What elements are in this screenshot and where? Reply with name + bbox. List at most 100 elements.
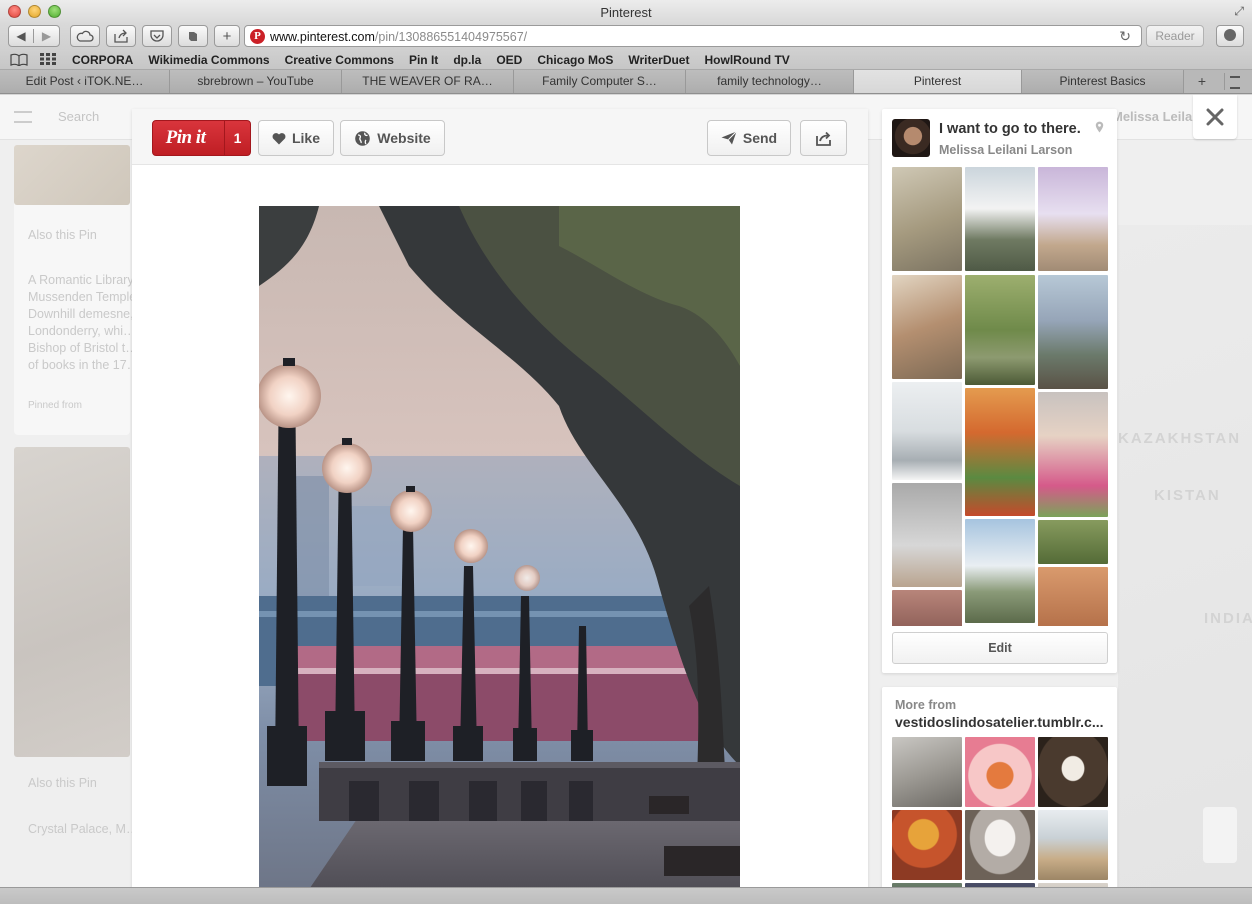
board-thumbnail[interactable] [892,167,962,271]
bookmarks-bar: CORPORA Wikimedia Commons Creative Commo… [0,50,1252,70]
tab-edit-post[interactable]: Edit Post ‹ iTOK.NE… [0,70,170,93]
map-label: KAZAKHSTAN [1118,430,1242,447]
board-thumbnail[interactable] [965,275,1035,385]
board-card: I want to go to there. Melissa Leilani L… [882,109,1117,673]
bookmark-list: CORPORA Wikimedia Commons Creative Commo… [72,53,790,67]
tab-family-computer[interactable]: Family Computer S… [514,70,686,93]
tab-weaver[interactable]: THE WEAVER OF RA… [342,70,514,93]
edit-board-button[interactable]: Edit [892,632,1108,664]
board-thumbnail[interactable] [892,483,962,587]
board-thumbnail[interactable] [965,519,1035,623]
background-user-name: Melissa Leilani [1112,109,1204,124]
background-card-heading: Also this Pin [28,776,97,790]
bookmark-item[interactable]: Wikimedia Commons [148,53,269,67]
browser-toolbar: ◀ ▶ + P www.pinterest.com/pin/1308865514… [0,24,1252,50]
board-title[interactable]: I want to go to there. [939,121,1081,137]
like-label: Like [291,130,320,146]
background-zoom-control [1203,807,1237,863]
window-titlebar: Pinterest ⤢ [0,0,1252,24]
background-card-text: Bishop of Bristol t… [28,341,138,355]
bookmark-item[interactable]: Chicago MoS [537,53,613,67]
board-thumbnail-grid [892,167,1108,626]
website-label: Website [377,130,431,146]
evernote-button[interactable] [178,25,208,47]
new-tab-icon[interactable]: + [1193,72,1211,90]
background-card-image [14,145,130,205]
board-thumbnail[interactable] [1038,520,1108,564]
board-thumbnail[interactable] [892,275,962,379]
share-icon [114,29,128,43]
background-card-text: Mussenden Temple, [28,290,140,304]
send-button[interactable]: Send [707,120,791,156]
background-map: KAZAKHSTAN KISTAN INDIA [1118,225,1252,904]
like-button[interactable]: Like [258,120,334,156]
back-icon[interactable]: ◀ [9,29,35,43]
pocket-icon [150,30,164,42]
board-thumbnail[interactable] [1038,275,1108,389]
bookmark-item[interactable]: Creative Commons [285,53,394,67]
address-bar[interactable]: P www.pinterest.com/pin/1308865514049755… [244,25,1142,47]
share-page-button[interactable] [106,25,136,47]
pin-it-button[interactable]: Pin it 1 [152,120,251,156]
avatar[interactable] [892,119,930,157]
page-viewport: Search Melissa Leilani Also this Pin A R… [0,95,1252,904]
more-from-thumbnail[interactable] [892,737,962,807]
menu-icon [14,111,32,123]
board-thumbnail[interactable] [1038,167,1108,271]
map-label: INDIA [1204,610,1252,627]
icloud-tabs-button[interactable] [70,25,100,47]
map-label: KISTAN [1154,487,1221,504]
board-thumbnail[interactable] [892,382,962,480]
url-text[interactable]: www.pinterest.com/pin/130886551404975567… [270,30,527,44]
background-card-text: Crystal Palace, M… [28,822,139,836]
bookmark-item[interactable]: WriterDuet [628,53,689,67]
repin-count: 1 [223,121,250,155]
reload-icon[interactable]: ↻ [1119,28,1131,45]
more-from-thumbnail[interactable] [965,737,1035,807]
downloads-icon[interactable] [1216,25,1244,47]
board-thumbnail[interactable] [1038,567,1108,626]
tab-pinterest-basics[interactable]: Pinterest Basics [1022,70,1184,93]
tab-bar: Edit Post ‹ iTOK.NE… sbrebrown – YouTube… [0,70,1252,94]
tab-pinterest[interactable]: Pinterest [854,70,1022,93]
board-thumbnail[interactable] [965,388,1035,516]
more-from-thumbnail[interactable] [1038,810,1108,880]
more-from-thumbnail[interactable] [892,810,962,880]
new-tab-plus-button[interactable]: + [214,25,240,47]
window-title: Pinterest [600,5,652,20]
share-button[interactable] [800,120,847,156]
board-thumbnail[interactable] [965,167,1035,271]
reader-button[interactable]: Reader [1146,25,1204,47]
bookmark-item[interactable]: dp.la [453,53,481,67]
elephant-icon [189,32,197,41]
bookmark-item[interactable]: Pin It [409,53,438,67]
more-from-source[interactable]: vestidoslindosatelier.tumblr.c... [895,714,1107,730]
forward-icon[interactable]: ▶ [34,29,59,43]
tab-youtube[interactable]: sbrebrown – YouTube [170,70,342,93]
close-icon [1206,108,1224,126]
board-owner[interactable]: Melissa Leilani Larson [939,143,1072,157]
top-sites-grid-icon[interactable] [40,53,56,68]
board-thumbnail[interactable] [1038,392,1108,517]
cloud-icon [76,30,94,42]
share-arrow-icon [816,131,831,146]
back-forward-buttons[interactable]: ◀ ▶ [8,25,60,47]
tab-family-technology[interactable]: family technology… [686,70,854,93]
bookmark-item[interactable]: CORPORA [72,53,133,67]
background-card-source: Pinned from [28,400,82,411]
website-button[interactable]: Website [340,120,445,156]
board-thumbnail[interactable] [892,590,962,626]
bookmark-item[interactable]: OED [496,53,522,67]
heart-icon [272,132,286,144]
tab-overview-icon[interactable] [1224,73,1244,90]
fullscreen-icon[interactable]: ⤢ [1234,4,1244,19]
more-from-thumbnail[interactable] [965,810,1035,880]
bookmark-item[interactable]: HowlRound TV [704,53,789,67]
reading-list-icon[interactable] [10,53,28,69]
pocket-button[interactable] [142,25,172,47]
pin-image[interactable] [259,206,740,904]
more-from-thumbnail[interactable] [1038,737,1108,807]
more-from-label: More from [895,698,957,712]
close-pin-button[interactable] [1193,95,1237,139]
riverside-lamp-posts-image [259,206,740,904]
